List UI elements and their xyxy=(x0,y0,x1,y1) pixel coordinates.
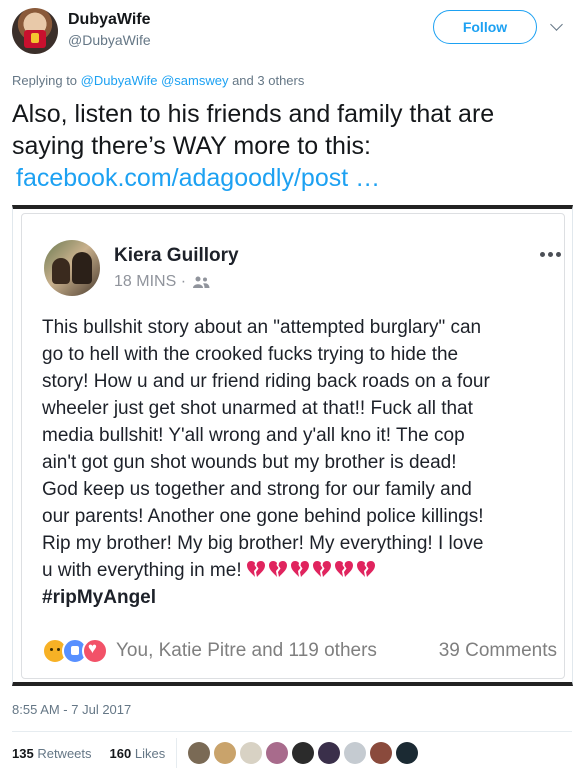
liker-avatar[interactable] xyxy=(344,742,366,764)
fb-post-body: This bullshit story about an "attempted … xyxy=(42,314,562,611)
liker-avatar[interactable] xyxy=(214,742,236,764)
liker-avatar[interactable] xyxy=(370,742,392,764)
reply-user-link[interactable]: @samswey xyxy=(161,73,228,88)
follow-button[interactable]: Follow xyxy=(433,10,537,44)
facebook-post-card: Kiera Guillory 18 MINS · This bullshit s… xyxy=(21,213,565,679)
avatar-mask xyxy=(24,30,46,48)
liker-avatar[interactable] xyxy=(318,742,340,764)
replying-suffix[interactable]: and 3 others xyxy=(232,73,304,88)
fb-post-time: 18 MINS · xyxy=(114,273,210,291)
retweets-label: Retweets xyxy=(37,746,92,761)
more-options-icon xyxy=(540,252,561,257)
broken-heart-icon xyxy=(312,560,331,577)
retweets-stat[interactable]: 135 Retweets xyxy=(12,746,92,761)
avatar-person xyxy=(72,252,92,284)
fb-reaction-names: You, Katie Pitre and 119 others xyxy=(116,640,377,661)
likes-label: Likes xyxy=(134,746,166,761)
fb-body-text: u with everything in me! xyxy=(42,560,242,581)
broken-hearts xyxy=(246,560,376,578)
fb-body-line: ain't got gun shot wounds but my brother… xyxy=(42,452,457,473)
likes-stat[interactable]: 160 Likes xyxy=(110,746,166,761)
fb-body-line: wheeler just get shot unarmed at that!! … xyxy=(42,398,473,419)
reply-user-link[interactable]: @DubyaWife xyxy=(81,73,158,88)
fb-body-line: go to hell with the crooked fucks trying… xyxy=(42,344,459,365)
tweet: DubyaWife @DubyaWife Follow Replying to … xyxy=(0,0,581,769)
tweet-link[interactable]: facebook.com/adagoodly/post … xyxy=(12,164,380,192)
embedded-image[interactable]: Kiera Guillory 18 MINS · This bullshit s… xyxy=(12,205,573,686)
liker-avatar[interactable] xyxy=(266,742,288,764)
chevron-down-icon[interactable] xyxy=(550,18,563,31)
likes-count: 160 xyxy=(109,746,132,761)
broken-heart-icon xyxy=(268,560,287,577)
tweet-stats: 135 Retweets 160 Likes xyxy=(12,746,179,761)
tweet-text: Also, listen to his friends and family t… xyxy=(12,98,572,194)
retweets-count: 135 xyxy=(12,746,34,761)
fb-body-line: This bullshit story about an "attempted … xyxy=(42,317,482,338)
broken-heart-icon xyxy=(246,560,265,577)
replying-to: Replying to @DubyaWife @samswey and 3 ot… xyxy=(12,73,304,88)
fb-body-line: God keep us together and strong for our … xyxy=(42,479,472,500)
stats-separator xyxy=(176,738,177,768)
fb-hashtag: #ripMyAngel xyxy=(42,587,157,608)
fb-body-line: media bullshit! Y'all wrong and y'all kn… xyxy=(42,425,465,446)
fb-author-avatar xyxy=(44,240,100,296)
fb-body-line-last: u with everything in me! xyxy=(42,557,562,584)
fb-body-line: Rip my brother! My big brother! My every… xyxy=(42,533,484,554)
author-avatar[interactable] xyxy=(12,8,58,54)
liker-avatar[interactable] xyxy=(292,742,314,764)
liker-avatar[interactable] xyxy=(396,742,418,764)
replying-prefix: Replying to xyxy=(12,73,78,88)
broken-heart-icon xyxy=(356,560,375,577)
liker-avatar[interactable] xyxy=(240,742,262,764)
tweet-timestamp[interactable]: 8:55 AM - 7 Jul 2017 xyxy=(12,702,131,717)
avatar-person xyxy=(52,258,70,284)
broken-heart-icon xyxy=(290,560,309,577)
divider xyxy=(12,731,572,732)
tweet-text-line: saying there’s WAY more to this: xyxy=(12,132,371,160)
liker-avatar[interactable] xyxy=(188,742,210,764)
love-reaction-icon xyxy=(82,638,108,664)
author-handle[interactable]: @DubyaWife xyxy=(68,32,151,48)
author-display-name[interactable]: DubyaWife xyxy=(68,11,151,29)
broken-heart-icon xyxy=(334,560,353,577)
liker-avatars xyxy=(188,742,418,764)
fb-time-text: 18 MINS · xyxy=(114,273,187,290)
friends-icon xyxy=(193,276,210,288)
fb-reactions-bar: You, Katie Pitre and 119 others 39 Comme… xyxy=(42,638,557,664)
fb-comments-count: 39 Comments xyxy=(438,640,557,661)
fb-body-line: our parents! Another one gone behind pol… xyxy=(42,506,484,527)
fb-author-name: Kiera Guillory xyxy=(114,245,239,266)
fb-body-line: story! How u and ur friend riding back r… xyxy=(42,371,490,392)
tweet-text-line: Also, listen to his friends and family t… xyxy=(12,100,495,128)
